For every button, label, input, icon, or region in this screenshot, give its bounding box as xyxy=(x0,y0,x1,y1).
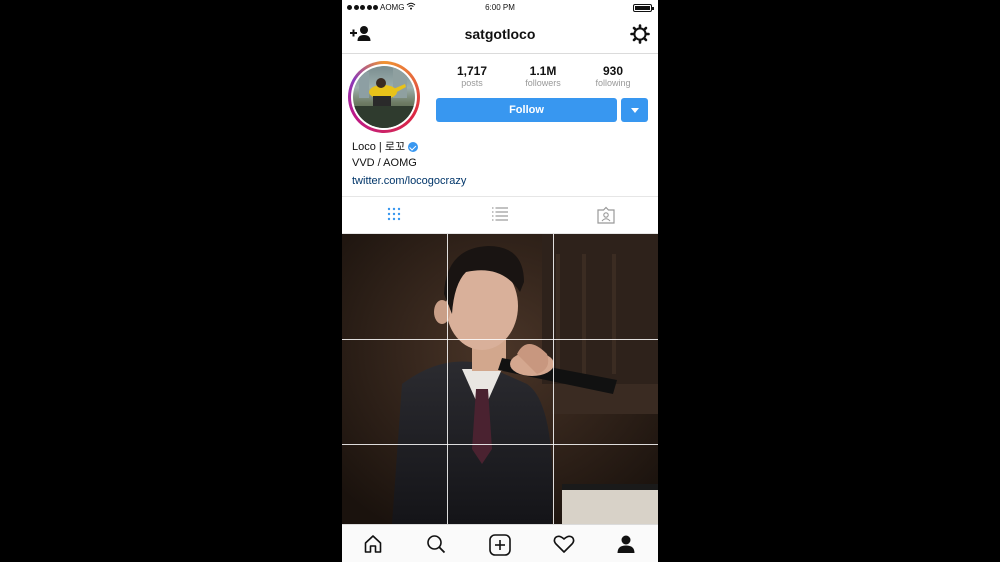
avatar[interactable] xyxy=(348,61,420,133)
phone-screen: AOMG 6:00 PM satgotloco 1,717 posts 1.1M… xyxy=(342,0,658,562)
grid-view-icon[interactable] xyxy=(386,206,402,222)
followers-label: followers xyxy=(525,78,561,88)
top-nav-bar: satgotloco xyxy=(342,17,658,54)
gear-icon[interactable] xyxy=(630,24,650,44)
tagged-photos-icon[interactable] xyxy=(596,206,616,224)
stat-posts[interactable]: 1,717 posts xyxy=(442,64,502,89)
search-icon[interactable] xyxy=(426,534,446,554)
photo-grid-image xyxy=(342,234,658,524)
posts-label: posts xyxy=(461,78,483,88)
home-icon[interactable] xyxy=(363,534,383,554)
profile-name: Loco | 로꼬 xyxy=(352,141,406,153)
verified-badge-icon xyxy=(408,142,419,152)
suggestions-dropdown-button[interactable] xyxy=(621,98,648,122)
list-view-icon[interactable] xyxy=(491,206,509,222)
add-post-icon[interactable] xyxy=(489,534,511,556)
following-label: following xyxy=(595,78,631,88)
stat-following[interactable]: 930 following xyxy=(583,64,643,89)
heart-icon[interactable] xyxy=(553,534,575,554)
bio-link[interactable]: twitter.com/locogocrazy xyxy=(352,173,466,189)
photo-grid xyxy=(342,234,658,524)
follow-button[interactable]: Follow xyxy=(436,98,617,122)
bottom-nav-bar xyxy=(342,524,658,562)
page-title: satgotloco xyxy=(464,26,536,42)
status-bar: AOMG 6:00 PM xyxy=(342,0,658,17)
avatar-photo xyxy=(353,66,415,128)
following-count: 930 xyxy=(602,64,624,78)
bio-text: VVD / AOMG xyxy=(352,157,417,169)
posts-count: 1,717 xyxy=(456,64,488,78)
profile-view-tabs xyxy=(342,196,658,234)
battery-icon xyxy=(633,4,654,12)
profile-stats: 1,717 posts 1.1M followers 930 following xyxy=(436,64,658,92)
status-time: 6:00 PM xyxy=(485,3,515,12)
stat-followers[interactable]: 1.1M followers xyxy=(513,64,573,89)
profile-icon[interactable] xyxy=(616,534,636,554)
followers-count: 1.1M xyxy=(529,64,557,78)
profile-bio: Loco | 로꼬 VVD / AOMG twitter.com/locogoc… xyxy=(352,139,466,189)
